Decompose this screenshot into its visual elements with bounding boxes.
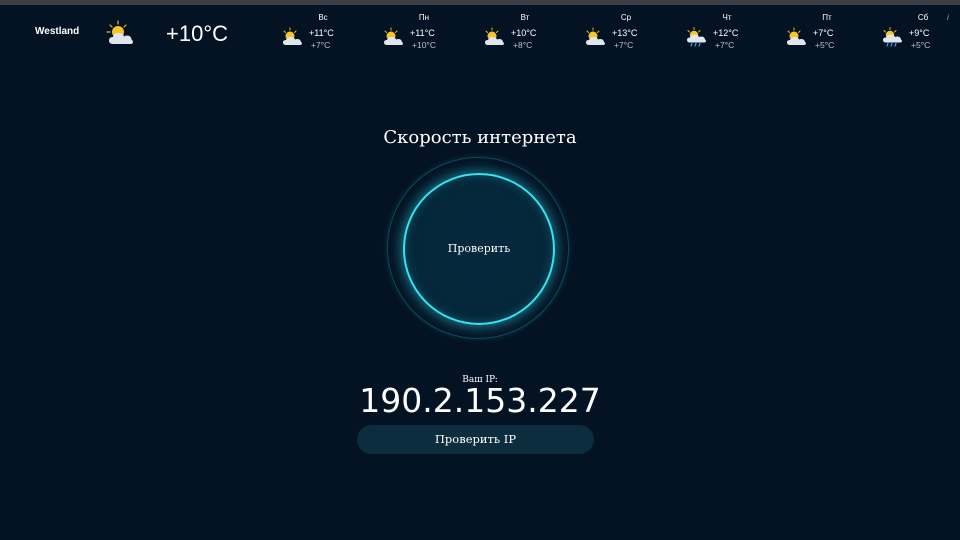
forecast-high: +10°C [511,28,537,38]
ip-address: 190.2.153.227 [359,381,601,420]
speed-test-check-label: Проверить [447,242,511,255]
check-ip-button[interactable]: Проверить IP [357,425,594,454]
city-name[interactable]: Westland [35,26,79,37]
sun-cloud-rain-icon [883,27,902,47]
sun-behind-cloud-icon [106,20,133,44]
forecast-low: +5°C [815,40,835,50]
forecast-day[interactable]: Вт +10°C +8°C [483,12,553,58]
check-ip-button-label: Проверить IP [434,432,517,446]
forecast-high: +11°C [410,28,435,38]
sun-behind-cloud-icon [586,27,605,45]
sun-cloud-rain-icon [687,27,706,47]
forecast-day[interactable]: Пн +11°C +10°C [382,12,452,58]
sun-behind-cloud-icon [384,27,403,45]
forecast-day[interactable]: Вс +11°C +7°C [281,12,351,58]
forecast-day-name: Вс [318,13,328,22]
forecast-day-name: Сб [917,13,929,22]
forecast-day-name: Вт [520,13,530,22]
sun-behind-cloud-icon [485,27,504,45]
forecast-low: +8°C [513,40,533,50]
forecast-high: +12°C [713,28,739,38]
info-icon[interactable]: i [947,13,949,22]
sun-behind-cloud-icon [787,27,806,45]
sun-behind-cloud-icon [283,27,302,45]
forecast-day-name: Чт [722,13,732,22]
forecast-day[interactable]: Чт +12°C +7°C [685,12,755,58]
speed-test-title: Скорость интернета [383,127,577,148]
forecast-high: +7°C [813,28,834,38]
forecast-day-name: Пн [418,13,430,22]
forecast-low: +10°C [412,40,436,50]
forecast-day[interactable]: Ср +13°C +7°C [584,12,654,58]
forecast-low: +5°C [911,40,931,50]
forecast-high: +9°C [909,28,930,38]
speed-test-check-button[interactable]: Проверить [403,173,555,325]
forecast-low: +7°C [614,40,634,50]
forecast-low: +7°C [715,40,735,50]
current-temperature: +10°C [166,21,229,46]
forecast-high: +13°C [612,28,638,38]
forecast-day[interactable]: Пт +7°C +5°C [785,12,855,58]
forecast-day[interactable]: Сб +9°C +5°C [881,12,951,58]
forecast-high: +11°C [309,28,334,38]
forecast-low: +7°C [311,40,331,50]
forecast-day-name: Пт [822,13,832,22]
weather-bar: Westland +10°C Вс +11°C +7°C Пн +11°C +1… [0,5,960,61]
forecast-day-name: Ср [620,13,632,22]
page: Westland +10°C Вс +11°C +7°C Пн +11°C +1… [0,0,960,540]
